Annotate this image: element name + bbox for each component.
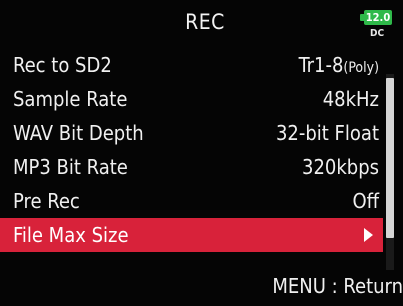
- menu-item-label: Rec to SD2: [13, 53, 112, 77]
- menu-item-value: Tr1-8(Poly): [298, 53, 379, 77]
- menu-item-value: 32-bit Float: [275, 121, 379, 145]
- menu-item-label: WAV Bit Depth: [13, 121, 144, 145]
- header-bar: REC 12.0 DC: [0, 0, 403, 46]
- menu-item-label: File Max Size: [13, 223, 129, 247]
- menu-item-mp3-bit-rate[interactable]: MP3 Bit Rate 320kbps: [0, 150, 383, 184]
- menu-item-value: Off: [352, 189, 379, 213]
- menu-item-file-max-size[interactable]: File Max Size: [0, 218, 383, 252]
- page-title: REC: [185, 10, 225, 34]
- menu-item-label: Pre Rec: [13, 189, 80, 213]
- battery-voltage: 12.0: [365, 11, 391, 24]
- menu-item-wav-bit-depth[interactable]: WAV Bit Depth 32-bit Float: [0, 116, 383, 150]
- recorder-screen: REC 12.0 DC Rec to SD2 Tr1-8(Poly) Sampl…: [0, 0, 403, 306]
- menu-item-rec-to-sd2[interactable]: Rec to SD2 Tr1-8(Poly): [0, 48, 383, 82]
- menu-item-value: 48kHz: [322, 87, 379, 111]
- settings-menu: Rec to SD2 Tr1-8(Poly) Sample Rate 48kHz…: [0, 48, 383, 252]
- arrow-right-icon: [364, 228, 373, 242]
- menu-item-label: MP3 Bit Rate: [13, 155, 128, 179]
- scrollbar-thumb[interactable]: [386, 78, 394, 238]
- menu-item-label: Sample Rate: [13, 87, 128, 111]
- return-hint: MENU : Return: [272, 274, 403, 298]
- menu-item-pre-rec[interactable]: Pre Rec Off: [0, 184, 383, 218]
- scrollbar[interactable]: [386, 74, 394, 270]
- menu-item-sample-rate[interactable]: Sample Rate 48kHz: [0, 82, 383, 116]
- battery-indicator: 12.0 DC: [360, 8, 398, 44]
- power-source-label: DC: [370, 28, 385, 39]
- menu-item-value: 320kbps: [302, 155, 379, 179]
- footer-bar: MENU : Return: [0, 264, 403, 306]
